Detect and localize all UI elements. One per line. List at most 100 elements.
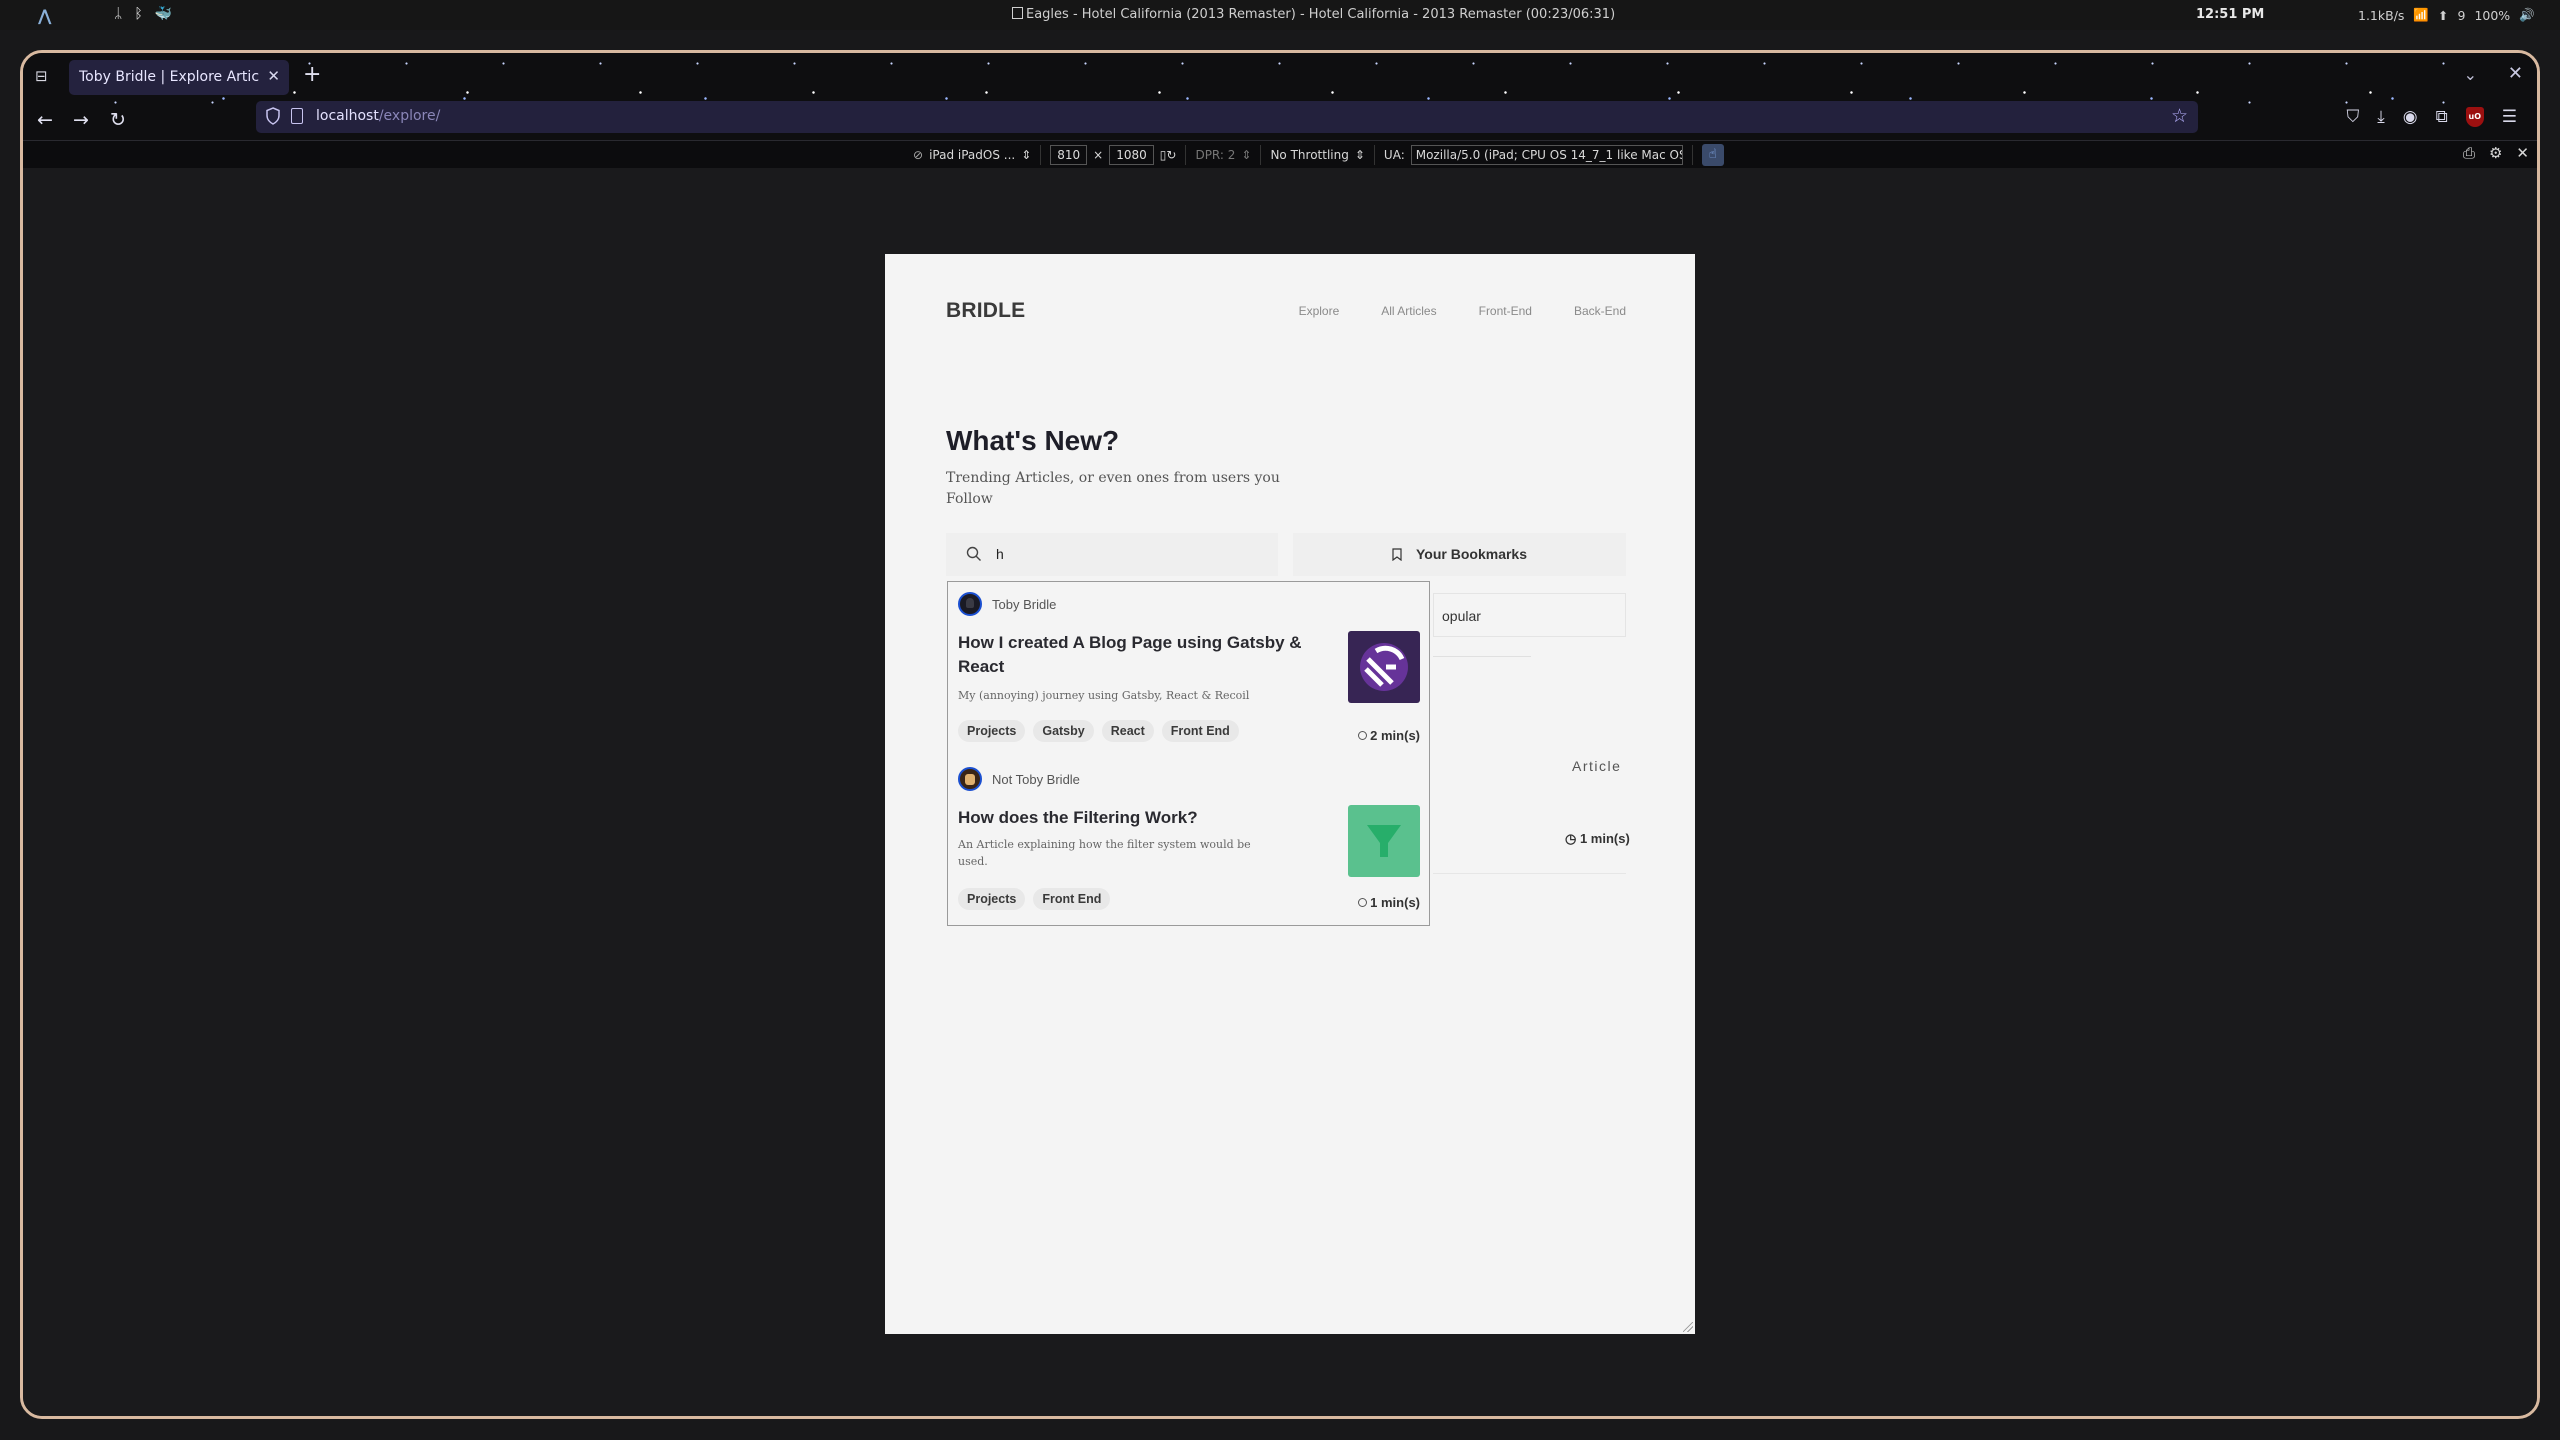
device-selector-arrows-icon[interactable]: ⇕ bbox=[1021, 148, 1031, 162]
arch-logo-icon[interactable]: ⋀ bbox=[38, 6, 51, 25]
downloads-icon[interactable]: ⤓ bbox=[2377, 107, 2385, 127]
menu-hamburger-icon[interactable]: ☰ bbox=[2502, 107, 2517, 127]
page-subtitle: Trending Articles, or even ones from use… bbox=[946, 470, 1280, 507]
tracking-shield-icon[interactable] bbox=[266, 107, 280, 125]
firefox-view-icon[interactable]: ⊟ bbox=[35, 67, 53, 85]
nav-back-end[interactable]: Back-End bbox=[1574, 304, 1626, 318]
search-input[interactable] bbox=[996, 543, 1256, 565]
settings-gear-icon[interactable]: ⚙ bbox=[2489, 144, 2502, 162]
tab-explore-articles[interactable]: Toby Bridle | Explore Articles ✕ bbox=[69, 60, 289, 95]
device-selector[interactable]: iPad iPadOS ... bbox=[929, 148, 1015, 162]
extensions-icon[interactable]: ⧉ bbox=[2436, 107, 2448, 127]
bookmark-icon bbox=[1392, 548, 1402, 561]
site-logo[interactable]: BRIDLE bbox=[946, 299, 1025, 323]
clock-icon bbox=[1358, 731, 1368, 740]
search-icon bbox=[966, 546, 981, 561]
tag-chip[interactable]: React bbox=[1101, 720, 1154, 742]
tab-bar: ⊟ Toby Bridle | Explore Articles ✕ + ⌄ ✕ bbox=[23, 53, 2537, 101]
separator bbox=[1185, 145, 1187, 165]
reload-icon[interactable]: ↻ bbox=[110, 109, 126, 131]
screenshot-camera-icon[interactable]: ⎙ bbox=[2463, 144, 2475, 162]
filter-funnel-thumbnail bbox=[1348, 805, 1420, 877]
emulated-page: BRIDLE Explore All Articles Front-End Ba… bbox=[885, 254, 1695, 1334]
search-results-dropdown: Toby Bridle How I created A Blog Page us… bbox=[947, 581, 1430, 926]
back-arrow-icon[interactable]: ← bbox=[37, 109, 53, 131]
filter-funnel-icon bbox=[1367, 825, 1401, 857]
pocket-icon[interactable]: ⛉ bbox=[2347, 107, 2360, 127]
system-clock[interactable]: 12:51 PM bbox=[2196, 7, 2264, 22]
author-name: Not Toby Bridle bbox=[992, 771, 1080, 787]
result-tags: Projects Front End bbox=[958, 888, 1111, 910]
result-description: My (annoying) journey using Gatsby, Reac… bbox=[958, 689, 1250, 702]
tag-chip[interactable]: Projects bbox=[958, 720, 1026, 742]
site-nav: Explore All Articles Front-End Back-End bbox=[1299, 304, 1626, 318]
result-read-time: 1 min(s) bbox=[1358, 895, 1420, 910]
search-result-item[interactable]: Toby Bridle How I created A Blog Page us… bbox=[948, 582, 1429, 757]
responsive-design-toolbar: ⊘ iPad iPadOS ... ⇕ 810 × 1080 ▯↻ DPR: 2… bbox=[23, 140, 2537, 168]
updates-icon[interactable]: ⬆ bbox=[2438, 8, 2448, 23]
search-field[interactable] bbox=[946, 533, 1278, 576]
tag-chip[interactable]: Gatsby bbox=[1033, 720, 1094, 742]
search-result-item[interactable]: Not Toby Bridle How does the Filtering W… bbox=[948, 757, 1429, 927]
touch-simulation-icon[interactable]: ☝ bbox=[1701, 144, 1724, 166]
tag-chip[interactable]: Projects bbox=[958, 888, 1026, 910]
tab-title: Toby Bridle | Explore Articles bbox=[79, 69, 259, 85]
device-icon: ⊘ bbox=[913, 148, 924, 162]
your-bookmarks-button[interactable]: Your Bookmarks bbox=[1293, 533, 1626, 576]
dpr-arrows-icon[interactable]: ⇕ bbox=[1241, 148, 1251, 162]
author-avatar bbox=[958, 592, 982, 616]
network-speed: 1.1kB/s bbox=[2358, 7, 2405, 23]
page-title: What's New? bbox=[946, 425, 1120, 456]
new-tab-button[interactable]: + bbox=[303, 62, 321, 87]
volume-icon[interactable]: 🔊 bbox=[2519, 7, 2535, 23]
media-now-playing[interactable]: Eagles - Hotel California (2013 Remaster… bbox=[1012, 7, 1615, 22]
browser-window: ⊟ Toby Bridle | Explore Articles ✕ + ⌄ ✕… bbox=[20, 50, 2540, 1419]
nav-all-articles[interactable]: All Articles bbox=[1381, 304, 1436, 318]
dpr-selector[interactable]: DPR: 2 bbox=[1195, 148, 1235, 162]
wifi-icon[interactable]: 📶 bbox=[2413, 7, 2429, 23]
bookmark-star-icon[interactable]: ☆ bbox=[2171, 105, 2188, 127]
tab-underline bbox=[1433, 656, 1531, 657]
separator bbox=[1040, 145, 1042, 165]
bluetooth-icon[interactable]: ᛒ bbox=[134, 6, 142, 22]
rotate-viewport-icon[interactable]: ▯↻ bbox=[1160, 148, 1177, 162]
tab-popular[interactable]: opular bbox=[1433, 593, 1626, 637]
volume-level[interactable]: 100% bbox=[2474, 8, 2510, 23]
media-player-icon bbox=[1012, 7, 1023, 19]
read-time-text: 1 min(s) bbox=[1370, 895, 1420, 910]
page-info-icon[interactable] bbox=[291, 108, 303, 124]
user-agent-input[interactable]: Mozilla/5.0 (iPad; CPU OS 14_7_1 like Ma… bbox=[1410, 145, 1683, 165]
separator bbox=[1260, 145, 1262, 165]
throttling-selector[interactable]: No Throttling bbox=[1270, 148, 1348, 162]
tag-chip[interactable]: Front End bbox=[1161, 720, 1239, 742]
separator bbox=[1373, 145, 1375, 165]
throttling-arrows-icon[interactable]: ⇕ bbox=[1355, 148, 1365, 162]
divider bbox=[1433, 873, 1626, 874]
close-rdm-icon[interactable]: ✕ bbox=[2516, 144, 2529, 162]
account-icon[interactable]: ◉ bbox=[2403, 107, 2418, 127]
window-close-icon[interactable]: ✕ bbox=[2508, 63, 2523, 84]
list-all-tabs-chevron-icon[interactable]: ⌄ bbox=[2464, 65, 2477, 84]
tag-chip[interactable]: Front End bbox=[1033, 888, 1111, 910]
vscode-insiders-icon[interactable]: ᛦ bbox=[114, 6, 122, 22]
viewport-width-input[interactable]: 810 bbox=[1050, 145, 1088, 165]
ua-label: UA: bbox=[1383, 148, 1405, 162]
clock-icon: ◷ bbox=[1565, 831, 1580, 846]
viewport-resize-handle[interactable] bbox=[1683, 1322, 1693, 1332]
docker-icon[interactable]: 🐳 bbox=[155, 6, 172, 22]
nav-explore[interactable]: Explore bbox=[1299, 304, 1340, 318]
ublock-origin-icon[interactable]: uO bbox=[2465, 107, 2484, 127]
result-title[interactable]: How I created A Blog Page using Gatsby &… bbox=[958, 631, 1318, 679]
close-tab-icon[interactable]: ✕ bbox=[267, 67, 280, 85]
url-bar[interactable]: localhost/explore/ ☆ bbox=[256, 101, 2198, 133]
viewport-height-input[interactable]: 1080 bbox=[1109, 145, 1154, 165]
updates-count: 9 bbox=[2457, 7, 2466, 23]
nav-front-end[interactable]: Front-End bbox=[1479, 304, 1532, 318]
result-read-time: 2 min(s) bbox=[1358, 728, 1420, 743]
forward-arrow-icon[interactable]: → bbox=[73, 109, 89, 131]
viewport-area: BRIDLE Explore All Articles Front-End Ba… bbox=[23, 168, 2537, 1416]
url-path: /explore/ bbox=[378, 108, 441, 124]
result-title[interactable]: How does the Filtering Work? bbox=[958, 806, 1318, 830]
site-header: BRIDLE Explore All Articles Front-End Ba… bbox=[946, 299, 1626, 329]
url-text[interactable]: localhost/explore/ bbox=[316, 108, 440, 124]
